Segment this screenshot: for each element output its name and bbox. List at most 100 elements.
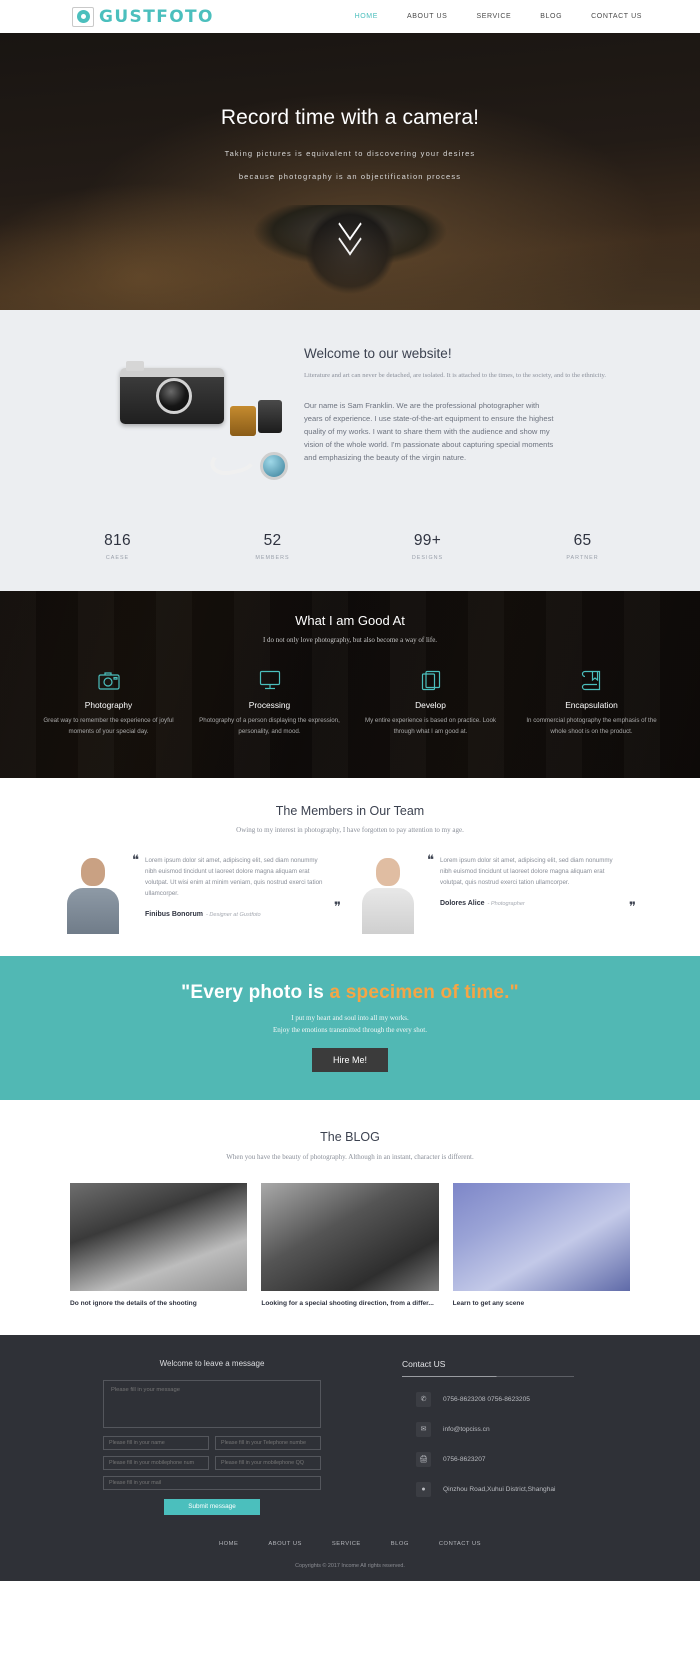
contact-email-text[interactable]: info@topciss.cn: [443, 1426, 490, 1433]
logo-text: GUSTFOTO: [99, 6, 214, 27]
skill-name: Processing: [248, 700, 291, 710]
book-bookmark-icon: [521, 667, 662, 693]
skill-item-photography[interactable]: Photography Great way to remember the ex…: [28, 667, 189, 737]
welcome-lead-text: Literature and art can never be detached…: [304, 372, 606, 379]
printer-icon: 🖨: [416, 1451, 431, 1467]
skill-name: Develop: [415, 700, 446, 710]
stat-number: 99+: [413, 532, 442, 549]
welcome-section: Welcome to our website! Literature and a…: [0, 310, 700, 591]
skills-section: What I am Good At I do not only love pho…: [0, 591, 700, 778]
blog-post-card[interactable]: Do not ignore the details of the shootin…: [70, 1183, 248, 1309]
landing-page: GUSTFOTO HOME ABOUT US SERVICE BLOG CONT…: [0, 0, 700, 1581]
name-input[interactable]: [103, 1435, 209, 1450]
location-pin-icon: ●: [416, 1481, 431, 1497]
footer-nav-item-blog[interactable]: BLOG: [391, 1541, 409, 1547]
member-role: - Designer at Gustfoto: [205, 912, 261, 919]
nav-item-service[interactable]: SERVICE: [476, 13, 511, 20]
qq-input[interactable]: [215, 1455, 321, 1470]
cta-line-2: Enjoy the emotions transmitted through t…: [273, 1026, 427, 1034]
team-member-card: ❝ Lorem ipsum dolor sit amet, adipiscing…: [62, 852, 343, 934]
cable-graphic: [207, 443, 259, 479]
team-section: The Members in Our Team Owing to my inte…: [0, 778, 700, 956]
camera-flash-graphic: [126, 361, 144, 371]
quote-open-icon: ❝: [132, 853, 139, 868]
team-subtitle: Owing to my interest in photography, I h…: [236, 826, 464, 834]
member-name: Finibus Bonorum - Designer at Gustfoto: [132, 911, 343, 918]
contact-fax-text: 0756-8623207: [443, 1455, 486, 1463]
footer-nav-item-home[interactable]: HOME: [219, 1541, 238, 1547]
logo[interactable]: GUSTFOTO: [72, 6, 214, 27]
cta-line-1: I put my heart and soul into all my work…: [291, 1014, 409, 1022]
nav-item-about-us[interactable]: ABOUT US: [407, 13, 447, 20]
footer-nav: HOME ABOUT US SERVICE BLOG CONTACT US: [0, 1541, 700, 1557]
contact-row: ✉ info@topciss.cn: [402, 1421, 642, 1437]
blog-post-card[interactable]: Looking for a special shooting direction…: [261, 1183, 439, 1309]
cta-quote: "Every photo is a specimen of time.": [0, 982, 700, 1004]
site-header: GUSTFOTO HOME ABOUT US SERVICE BLOG CONT…: [0, 0, 700, 33]
camera-logo-icon: [72, 6, 94, 27]
blog-post-card[interactable]: Learn to get any scene: [452, 1183, 630, 1309]
skill-item-develop[interactable]: Develop My entire experience is based on…: [350, 667, 511, 737]
nav-item-contact-us[interactable]: CONTACT US: [591, 13, 642, 20]
footer-nav-item-contact-us[interactable]: CONTACT US: [439, 1541, 481, 1547]
quote-open-icon: ❝: [427, 853, 434, 868]
contact-address-text: Qinzhou Road,Xuhui District,Shanghai: [443, 1485, 556, 1493]
stat-label: MEMBERS: [255, 555, 290, 561]
camera-lens-graphic: [156, 378, 192, 414]
stat-label: CAESE: [105, 555, 130, 561]
stat-item: 816 CAESE: [40, 532, 195, 561]
hero-subtitle-line1: Taking pictures is equivalent to discove…: [224, 149, 476, 158]
stat-item: 65 PARTNER: [505, 532, 660, 561]
avatar: [62, 852, 124, 934]
skill-item-encapsulation[interactable]: Encapsulation In commercial photography …: [511, 667, 672, 737]
contact-form: Welcome to leave a message Submit messag…: [62, 1359, 362, 1515]
testimonial-text: Lorem ipsum dolor sit amet, adipiscing e…: [440, 857, 613, 887]
skill-desc: My entire experience is based on practic…: [364, 717, 497, 735]
cta-banner: "Every photo is a specimen of time." I p…: [0, 956, 700, 1100]
nav-item-blog[interactable]: BLOG: [540, 13, 562, 20]
blog-section: The BLOG When you have the beauty of pho…: [0, 1100, 700, 1335]
copyright-text: Copyrights © 2017 Income All rights rese…: [295, 1562, 405, 1569]
lens-filter-graphic: [260, 452, 288, 480]
contact-phone-text: 0756-8623208 0756-8623205: [443, 1395, 530, 1403]
mail-input[interactable]: [103, 1475, 321, 1490]
footer-nav-item-service[interactable]: SERVICE: [332, 1541, 361, 1547]
stat-number: 52: [263, 532, 282, 549]
hire-me-button[interactable]: Hire Me!: [311, 1048, 388, 1072]
mobile-input[interactable]: [103, 1455, 209, 1470]
blog-post-title: Do not ignore the details of the shootin…: [70, 1300, 197, 1307]
mail-icon: ✉: [416, 1421, 431, 1437]
site-footer: Welcome to leave a message Submit messag…: [0, 1334, 700, 1581]
stat-label: DESIGNS: [411, 555, 444, 561]
quote-close-icon: ❞: [629, 900, 636, 915]
message-textarea[interactable]: [103, 1379, 321, 1428]
stat-item: 52 MEMBERS: [195, 532, 350, 561]
team-member-card: ❝ Lorem ipsum dolor sit amet, adipiscing…: [357, 852, 638, 934]
skill-item-processing[interactable]: Processing Photography of a person displ…: [189, 667, 350, 737]
fax-icon: ✆: [416, 1391, 431, 1407]
submit-message-button[interactable]: Submit message: [164, 1498, 260, 1515]
contact-info-title: Contact US: [402, 1358, 446, 1369]
blog-post-image: [261, 1183, 439, 1291]
stat-item: 99+ DESIGNS: [350, 532, 505, 561]
main-nav: HOME ABOUT US SERVICE BLOG CONTACT US: [355, 13, 642, 20]
stat-number: 816: [104, 532, 131, 549]
welcome-title: Welcome to our website!: [304, 346, 452, 361]
nav-item-home[interactable]: HOME: [355, 13, 378, 20]
blog-post-title: Looking for a special shooting direction…: [261, 1300, 434, 1307]
stat-number: 65: [573, 532, 592, 549]
skill-desc: Photography of a person displaying the e…: [199, 717, 340, 735]
telephone-input[interactable]: [215, 1435, 321, 1450]
skill-name: Photography: [84, 700, 133, 710]
blog-post-image: [70, 1183, 248, 1291]
skills-title: What I am Good At: [295, 613, 405, 628]
stat-label: PARTNER: [566, 555, 599, 561]
footer-nav-item-about-us[interactable]: ABOUT US: [268, 1541, 302, 1547]
hero-title: Record time with a camera!: [220, 106, 480, 129]
member-name-text: Dolores Alice: [440, 900, 485, 908]
member-role: - Photographer: [487, 901, 525, 908]
contact-row: ✆ 0756-8623208 0756-8623205: [402, 1391, 642, 1407]
scroll-down-button[interactable]: [337, 213, 363, 241]
stats-row: 816 CAESE 52 MEMBERS 99+ DESIGNS 65 PART…: [0, 504, 700, 591]
chevron-down-icon: [337, 228, 363, 241]
